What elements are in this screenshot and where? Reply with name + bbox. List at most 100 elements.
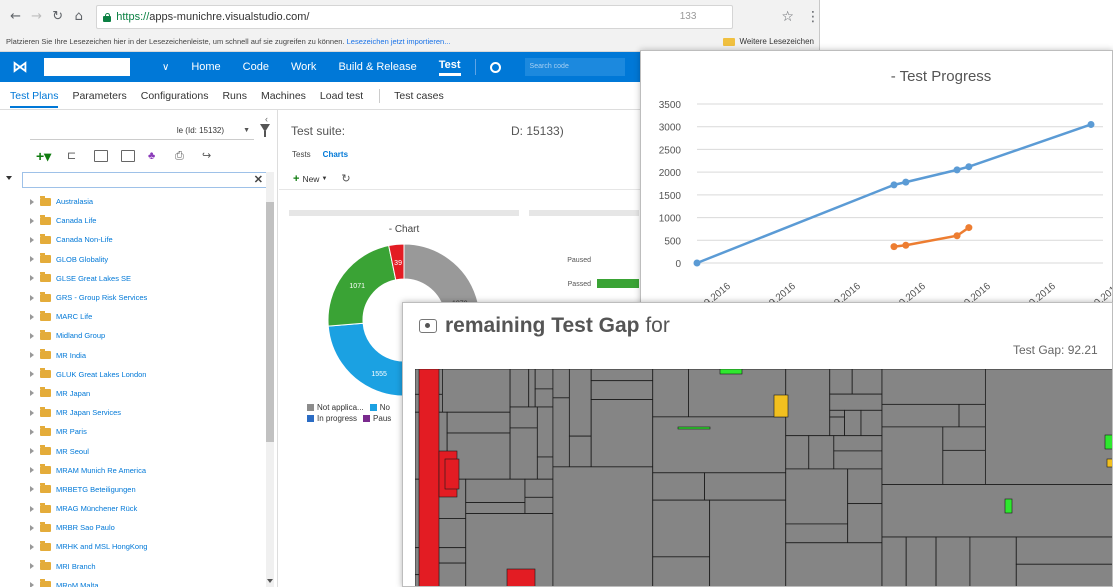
hierarchy-icon[interactable]: ⊏ xyxy=(67,150,81,162)
collapse-panel-icon[interactable]: ‹ xyxy=(265,114,268,124)
tree-item[interactable]: MRBR Sao Paulo xyxy=(30,518,266,537)
expand-icon[interactable] xyxy=(30,390,34,397)
back-icon[interactable]: ← xyxy=(8,9,23,25)
y-tick-label: 0 xyxy=(675,259,681,270)
tree-item[interactable]: GLSE Great Lakes SE xyxy=(30,269,266,288)
expand-icon[interactable] xyxy=(30,275,34,282)
tab-tests[interactable]: Tests xyxy=(292,150,311,159)
tree-item[interactable]: Canada Life xyxy=(30,211,266,230)
extension-count: 133 xyxy=(679,11,697,22)
visual-studio-logo-icon[interactable]: ⋈ xyxy=(12,57,32,77)
tree-item[interactable]: GRS - Group Risk Services xyxy=(30,288,266,307)
tree-item[interactable]: MRBETG Beteiligungen xyxy=(30,480,266,499)
clear-search-icon[interactable]: ✕ xyxy=(254,173,263,187)
hub-test[interactable]: Test xyxy=(438,59,461,76)
tree-item[interactable]: Australasia xyxy=(30,192,266,211)
tree-item[interactable]: MRHK and MSL HongKong xyxy=(30,537,266,556)
chevron-down-icon[interactable]: ∨ xyxy=(162,62,169,73)
share-icon[interactable]: ↪ xyxy=(202,150,216,162)
tree-scrollbar[interactable] xyxy=(266,172,274,587)
expand-icon[interactable] xyxy=(30,505,34,512)
expand-icon[interactable] xyxy=(30,256,34,263)
tree-item[interactable]: GLOB Globality xyxy=(30,250,266,269)
tab-test-cases[interactable]: Test cases xyxy=(394,90,444,102)
expand-icon[interactable] xyxy=(30,371,34,378)
expand-icon[interactable] xyxy=(30,313,34,320)
tab-parameters[interactable]: Parameters xyxy=(72,90,126,102)
other-bookmarks[interactable]: Weitere Lesezeichen xyxy=(723,34,814,50)
new-chart-button[interactable]: New xyxy=(302,174,319,184)
expand-icon[interactable] xyxy=(30,217,34,224)
account-selector[interactable] xyxy=(44,58,130,76)
expand-icon[interactable] xyxy=(30,543,34,550)
expand-icon[interactable] xyxy=(30,236,34,243)
tab-machines[interactable]: Machines xyxy=(261,90,306,102)
tree-item[interactable]: MR Japan xyxy=(30,384,266,403)
tree-item[interactable]: Midland Group xyxy=(30,326,266,345)
tree-item[interactable]: MARC Life xyxy=(30,307,266,326)
tree-item[interactable]: MR Seoul xyxy=(30,441,266,460)
tab-runs[interactable]: Runs xyxy=(222,90,247,102)
tree-item[interactable]: MRAG Münchener Rück xyxy=(30,499,266,518)
treemap-cell xyxy=(688,369,787,418)
refresh-icon[interactable]: ↻ xyxy=(341,172,350,185)
tree-item[interactable]: MR Paris xyxy=(30,422,266,441)
tree-item[interactable]: MRAM Munich Re America xyxy=(30,461,266,480)
collapse-all-icon[interactable] xyxy=(121,150,135,162)
hub-home[interactable]: Home xyxy=(191,61,220,73)
treemap-cell xyxy=(704,472,787,501)
hub-work[interactable]: Work xyxy=(291,61,316,73)
tab-configurations[interactable]: Configurations xyxy=(141,90,209,102)
plus-icon[interactable]: + xyxy=(293,173,299,185)
folder-icon xyxy=(40,349,51,360)
tree-item[interactable]: MR Japan Services xyxy=(30,403,266,422)
tree-item[interactable]: Canada Non-Life xyxy=(30,230,266,249)
expand-icon[interactable] xyxy=(30,332,34,339)
tab-charts[interactable]: Charts xyxy=(323,150,348,159)
filter-icon[interactable] xyxy=(260,124,270,137)
chevron-down-icon[interactable]: ▼ xyxy=(321,176,327,182)
settings-icon[interactable] xyxy=(489,61,501,73)
tree-scrollbar-thumb[interactable] xyxy=(266,202,274,442)
treemap-cell xyxy=(509,369,530,408)
toggle-icon[interactable] xyxy=(419,319,437,333)
tree-item[interactable]: MRI Branch xyxy=(30,557,266,576)
url-input[interactable]: https:// apps-munichre.visualstudio.com/… xyxy=(96,5,734,29)
test-plan-dropdown[interactable]: le (Id: 15132) ▼ xyxy=(30,122,254,140)
expand-root-icon[interactable] xyxy=(6,176,12,180)
import-bookmarks-link[interactable]: Lesezeichen jetzt importieren... xyxy=(347,37,451,46)
scroll-down-icon[interactable] xyxy=(267,579,273,583)
search-code-input[interactable]: Search code xyxy=(524,58,625,76)
copy-icon[interactable] xyxy=(94,150,108,162)
expand-icon[interactable] xyxy=(30,198,34,205)
reload-icon[interactable]: ↻ xyxy=(50,9,65,25)
expand-icon[interactable] xyxy=(30,582,34,587)
treemap-cell xyxy=(709,499,787,586)
add-suite-icon[interactable]: +▾ xyxy=(36,149,54,163)
run-icon[interactable]: ♣ xyxy=(148,150,162,162)
hub-build-release[interactable]: Build & Release xyxy=(338,61,416,73)
expand-icon[interactable] xyxy=(30,524,34,531)
browser-menu-icon[interactable]: ⋮ xyxy=(806,9,819,25)
expand-icon[interactable] xyxy=(30,486,34,493)
expand-icon[interactable] xyxy=(30,448,34,455)
tree-item[interactable]: MRoM Malta xyxy=(30,576,266,587)
test-plan-dropdown-value: le (Id: 15132) xyxy=(176,126,224,135)
tab-load-test[interactable]: Load test xyxy=(320,90,363,102)
forward-icon[interactable]: → xyxy=(29,9,44,25)
tree-item[interactable]: GLUK Great Lakes London xyxy=(30,365,266,384)
print-icon[interactable]: ⎙ xyxy=(175,150,189,162)
expand-icon[interactable] xyxy=(30,563,34,570)
tree-item[interactable]: MR India xyxy=(30,346,266,365)
tab-test-plans[interactable]: Test Plans xyxy=(10,90,59,108)
expand-icon[interactable] xyxy=(30,294,34,301)
bookmark-star-icon[interactable]: ☆ xyxy=(781,9,794,25)
home-icon[interactable]: ⌂ xyxy=(71,9,86,25)
hub-code[interactable]: Code xyxy=(243,61,269,73)
expand-icon[interactable] xyxy=(30,409,34,416)
expand-icon[interactable] xyxy=(30,428,34,435)
expand-icon[interactable] xyxy=(30,467,34,474)
tree-search-input[interactable]: ✕ xyxy=(22,172,268,188)
donut-slice-label: 1555 xyxy=(371,371,387,378)
expand-icon[interactable] xyxy=(30,352,34,359)
